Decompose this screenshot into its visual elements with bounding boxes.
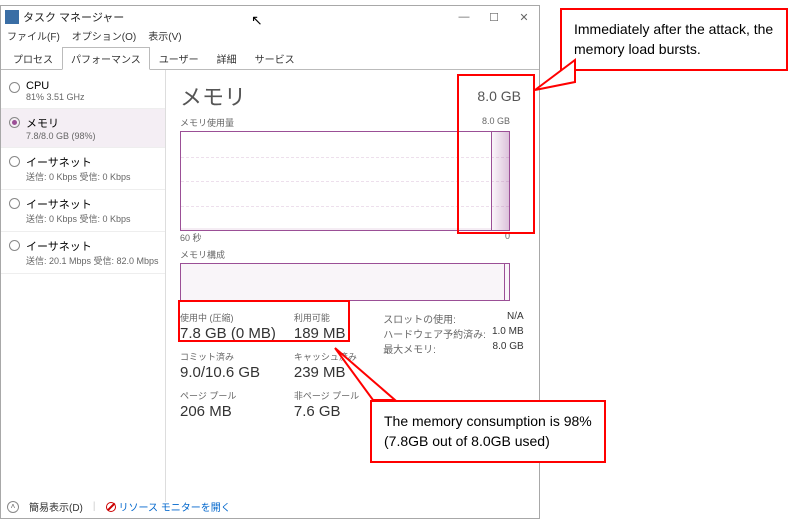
committed-value: 9.0/10.6 GB bbox=[180, 364, 276, 381]
sidebar-item-cpu[interactable]: CPU 81% 3.51 GHz bbox=[1, 74, 165, 109]
sidebar-item-detail: 送信: 0 Kbps 受信: 0 Kbps bbox=[26, 212, 131, 225]
usage-max: 8.0 GB bbox=[482, 116, 510, 129]
menu-options[interactable]: オプション(O) bbox=[72, 28, 136, 46]
menubar: ファイル(F) オプション(O) 表示(V) bbox=[1, 28, 539, 46]
resource-monitor-link[interactable]: リソース モニターを開く bbox=[106, 499, 231, 514]
nonpaged-value: 7.6 GB bbox=[294, 403, 359, 420]
tab-performance[interactable]: パフォーマンス bbox=[62, 47, 150, 70]
menu-file[interactable]: ファイル(F) bbox=[7, 28, 60, 46]
maximize-button[interactable]: ☐ bbox=[479, 6, 509, 28]
callout-text: Immediately after the attack, the memory… bbox=[574, 21, 773, 57]
sidebar-item-label: イーサネット bbox=[26, 154, 131, 170]
page-title: メモリ bbox=[180, 80, 525, 112]
footer: ˄ 簡易表示(D) | リソース モニターを開く bbox=[7, 499, 231, 514]
sidebar-item-label: メモリ bbox=[26, 115, 96, 131]
total-memory-value: 8.0 GB bbox=[477, 88, 521, 104]
radio-icon bbox=[9, 198, 20, 209]
tab-users[interactable]: ユーザー bbox=[150, 47, 208, 70]
cursor-icon: ↖ bbox=[251, 12, 263, 29]
cached-value: 239 MB bbox=[294, 364, 359, 381]
stat-label: ページ プール bbox=[180, 389, 276, 402]
available-value: 189 MB bbox=[294, 325, 359, 342]
composition-label: メモリ構成 bbox=[180, 248, 525, 261]
sidebar-item-detail: 送信: 20.1 Mbps 受信: 82.0 Mbps bbox=[26, 254, 159, 267]
chevron-up-icon[interactable]: ˄ bbox=[7, 501, 19, 513]
menu-view[interactable]: 表示(V) bbox=[148, 28, 181, 46]
sidebar-item-detail: 81% 3.51 GHz bbox=[26, 92, 85, 102]
simple-view-link[interactable]: 簡易表示(D) bbox=[29, 499, 83, 514]
stat-label: 非ページ プール bbox=[294, 389, 359, 402]
callout-consumption: The memory consumption is 98% (7.8GB out… bbox=[370, 400, 606, 463]
axis-right: 0 bbox=[505, 231, 510, 244]
stat-label: キャッシュ済み bbox=[294, 350, 359, 363]
sidebar-item-detail: 送信: 0 Kbps 受信: 0 Kbps bbox=[26, 170, 131, 183]
in-use-value: 7.8 GB (0 MB) bbox=[180, 325, 276, 342]
kv-value: 1.0 MB bbox=[492, 326, 524, 341]
close-button[interactable]: ✕ bbox=[509, 6, 539, 28]
resource-monitor-text: リソース モニターを開く bbox=[119, 499, 231, 514]
axis-left: 60 秒 bbox=[180, 231, 202, 244]
tab-processes[interactable]: プロセス bbox=[4, 47, 62, 70]
radio-icon bbox=[9, 240, 20, 251]
usage-label: メモリ使用量 bbox=[180, 116, 234, 129]
memory-usage-chart bbox=[180, 131, 510, 231]
sidebar-item-label: イーサネット bbox=[26, 196, 131, 212]
callout-text: The memory consumption is 98% (7.8GB out… bbox=[384, 413, 592, 449]
memory-spike bbox=[491, 132, 509, 230]
sidebar-item-detail: 7.8/8.0 GB (98%) bbox=[26, 131, 96, 141]
radio-icon bbox=[9, 117, 20, 128]
sidebar-item-label: イーサネット bbox=[26, 238, 159, 254]
prohibit-icon bbox=[106, 502, 116, 512]
window-controls: — ☐ ✕ bbox=[449, 6, 539, 28]
sidebar-item-label: CPU bbox=[26, 80, 85, 92]
window-title: タスク マネージャー bbox=[23, 9, 124, 25]
minimize-button[interactable]: — bbox=[449, 6, 479, 28]
stat-label: コミット済み bbox=[180, 350, 276, 363]
callout-attack: Immediately after the attack, the memory… bbox=[560, 8, 788, 71]
radio-icon bbox=[9, 82, 20, 93]
tab-details[interactable]: 詳細 bbox=[208, 47, 246, 70]
sidebar-item-ethernet-2[interactable]: イーサネット 送信: 0 Kbps 受信: 0 Kbps bbox=[1, 190, 165, 232]
kv-value: N/A bbox=[507, 311, 524, 326]
titlebar: タスク マネージャー ↖ — ☐ ✕ bbox=[1, 6, 539, 28]
app-icon bbox=[5, 10, 19, 24]
tabs: プロセス パフォーマンス ユーザー 詳細 サービス bbox=[1, 46, 539, 70]
stat-label: 使用中 (圧縮) bbox=[180, 311, 276, 324]
radio-icon bbox=[9, 156, 20, 167]
sidebar-item-ethernet-1[interactable]: イーサネット 送信: 0 Kbps 受信: 0 Kbps bbox=[1, 148, 165, 190]
sidebar: CPU 81% 3.51 GHz メモリ 7.8/8.0 GB (98%) イー… bbox=[1, 70, 166, 502]
kv-label: ハードウェア予約済み: bbox=[383, 326, 486, 341]
kv-label: スロットの使用: bbox=[383, 311, 456, 326]
sidebar-item-memory[interactable]: メモリ 7.8/8.0 GB (98%) bbox=[1, 109, 165, 148]
kv-value: 8.0 GB bbox=[493, 341, 524, 356]
paged-value: 206 MB bbox=[180, 403, 276, 420]
sidebar-item-ethernet-3[interactable]: イーサネット 送信: 20.1 Mbps 受信: 82.0 Mbps bbox=[1, 232, 165, 274]
memory-composition-bar bbox=[180, 263, 510, 301]
stat-label: 利用可能 bbox=[294, 311, 359, 324]
tab-services[interactable]: サービス bbox=[246, 47, 304, 70]
kv-label: 最大メモリ: bbox=[383, 341, 436, 356]
